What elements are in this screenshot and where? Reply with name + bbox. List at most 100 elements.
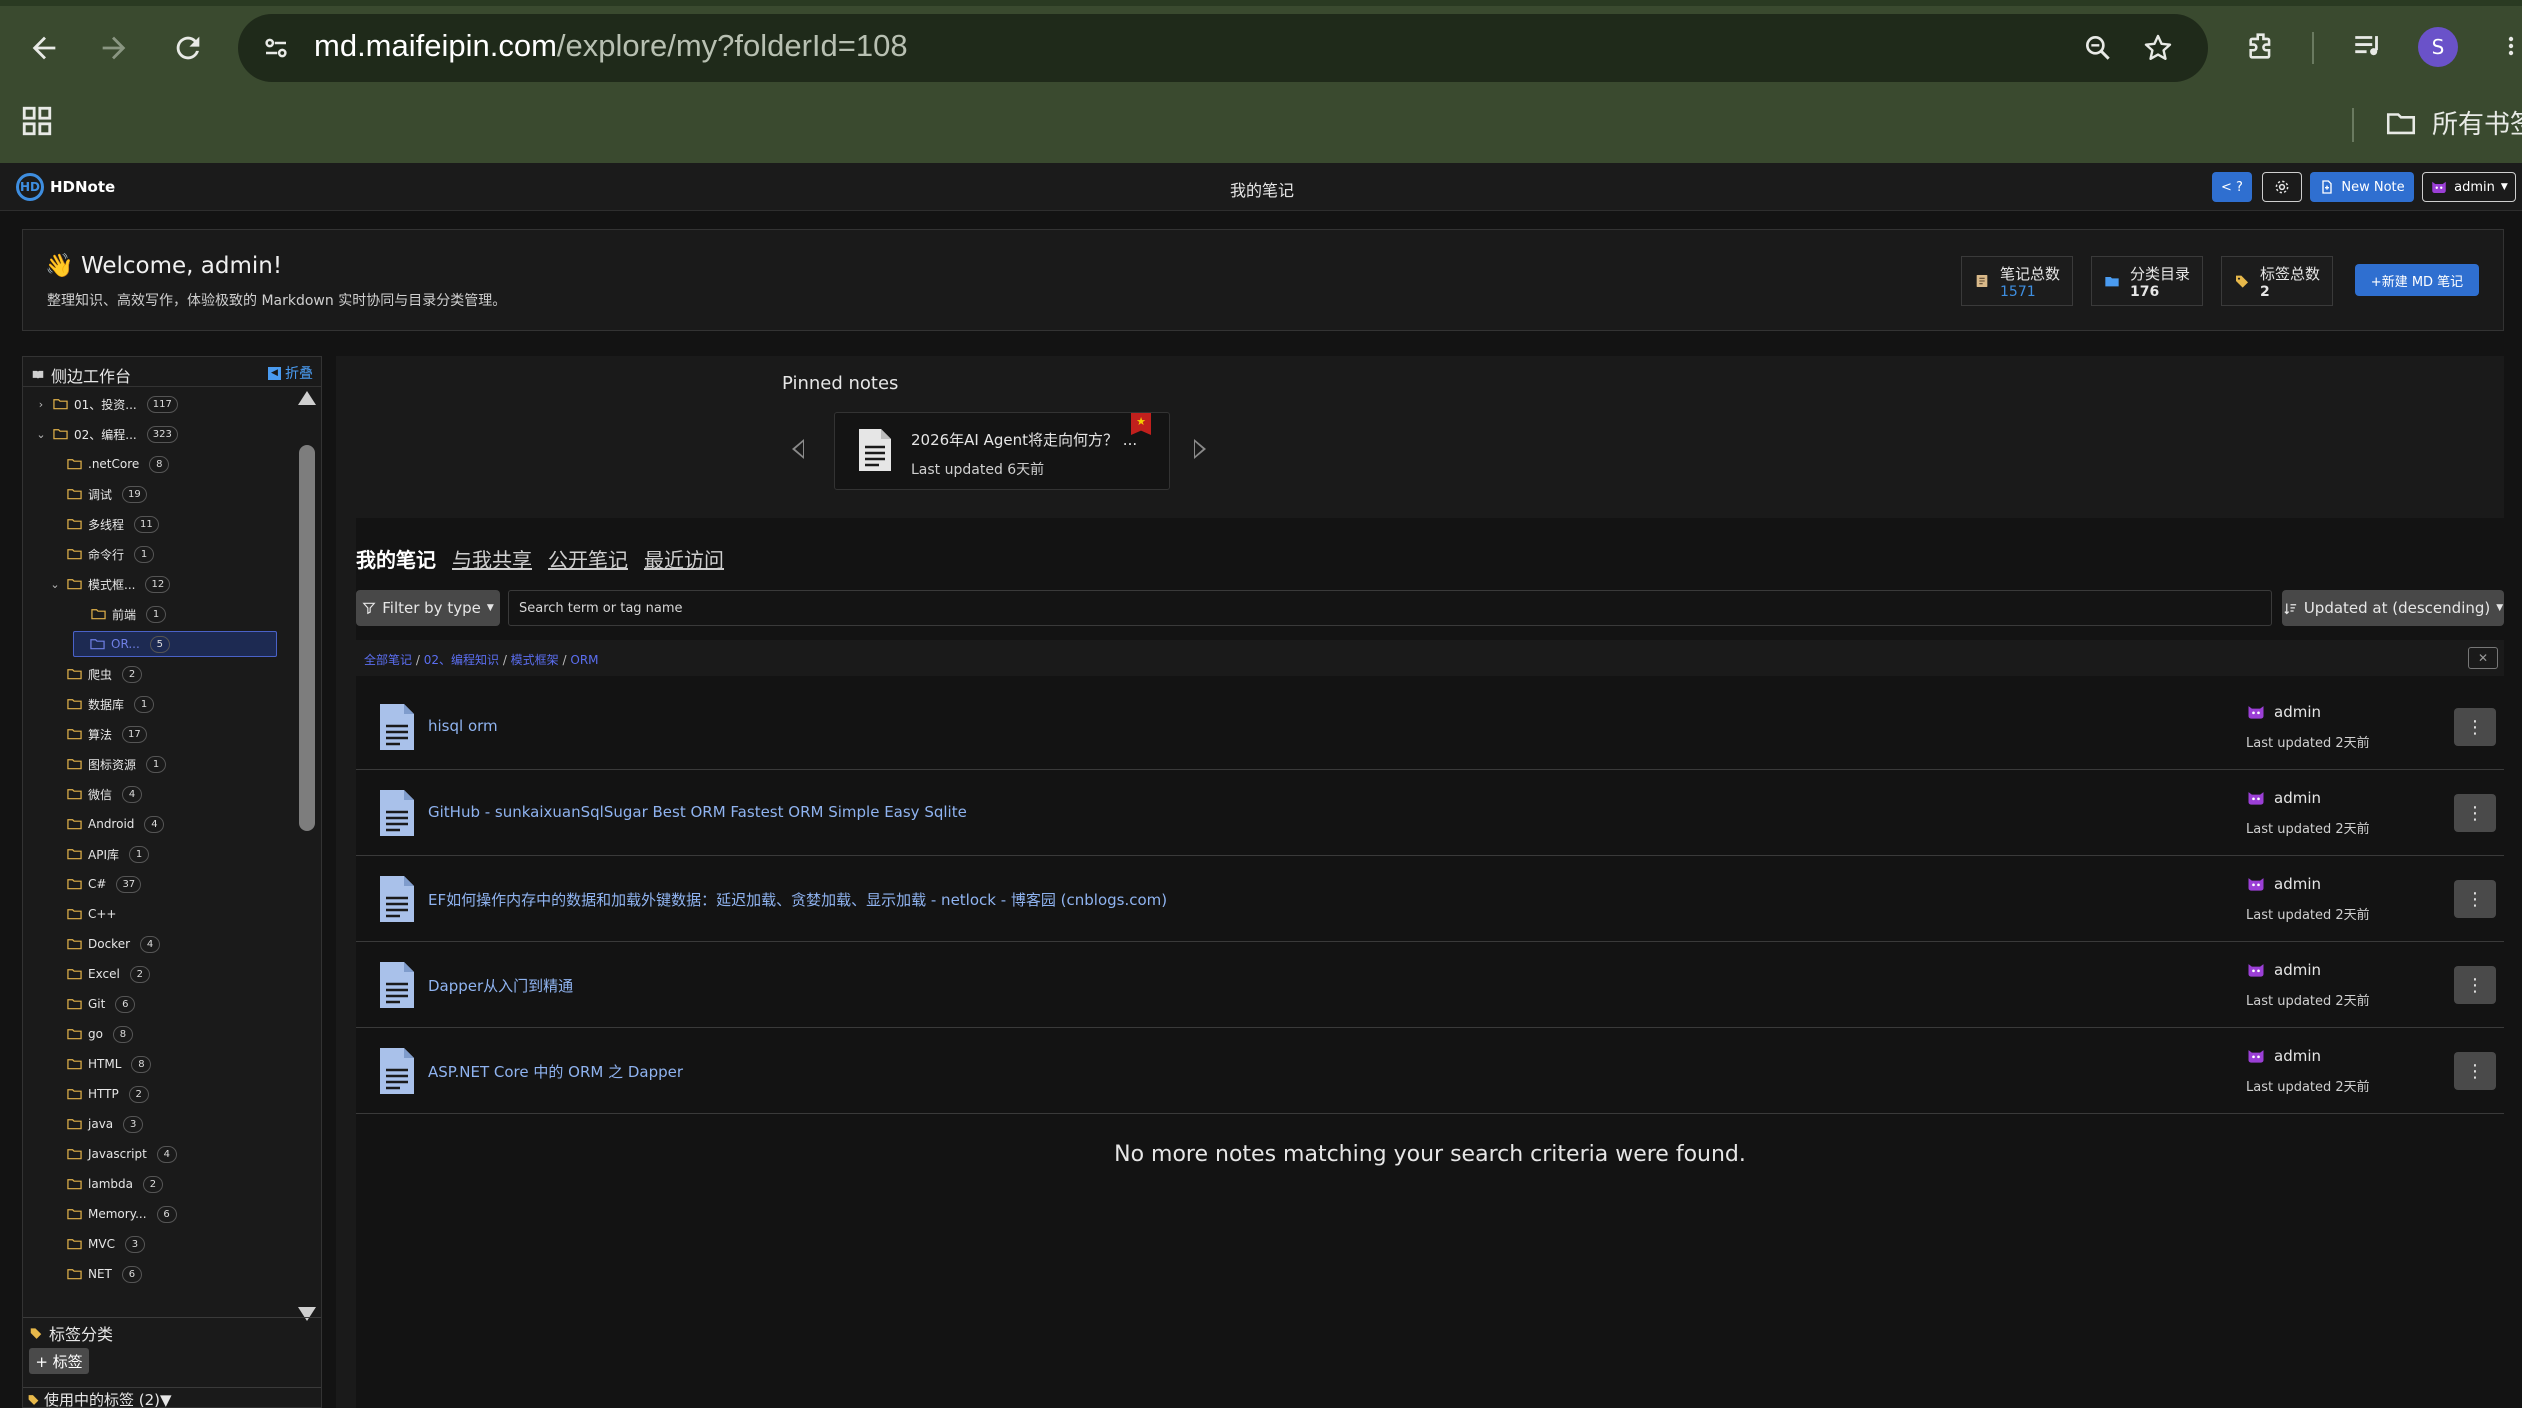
new-note-button[interactable]: New Note	[2310, 172, 2414, 202]
tab-recent[interactable]: 最近访问	[644, 544, 724, 573]
sidebar-folder-label: HTTP	[88, 1087, 119, 1101]
sidebar-folder-item[interactable]: go 8	[67, 1021, 133, 1047]
sidebar-folder-item[interactable]: 图标资源 1	[67, 751, 167, 777]
sidebar-folder-item[interactable]: lambda 2	[67, 1171, 163, 1197]
note-row[interactable]: ASP.NET Core 中的 ORM 之 Dapper admin Last up…	[356, 1028, 2504, 1114]
reload-button[interactable]	[162, 22, 214, 74]
pinned-note-card[interactable]: 2026年AI Agent将走向何方？ ... Last updated 6天前…	[834, 412, 1170, 490]
sidebar-folder-item[interactable]: HTML 8	[67, 1051, 152, 1077]
star-icon[interactable]	[2138, 28, 2178, 68]
sidebar-folder-item[interactable]: NET 6	[67, 1261, 142, 1287]
settings-button[interactable]	[2262, 172, 2302, 202]
user-menu[interactable]: admin ▼	[2422, 172, 2516, 202]
extensions-icon[interactable]	[2238, 22, 2286, 70]
note-title-link[interactable]: ASP.NET Core 中的 ORM 之 Dapper	[428, 1061, 683, 1082]
code-help-button[interactable]: < ?	[2212, 172, 2252, 202]
sidebar-folder-item[interactable]: 数据库 1	[67, 691, 155, 717]
zoom-icon[interactable]	[2078, 28, 2118, 68]
app-logo[interactable]: HD HDNote	[16, 173, 115, 201]
note-more-button[interactable]: ⋮	[2454, 708, 2496, 746]
chevron-down-icon[interactable]: ⌄	[35, 428, 47, 441]
search-input[interactable]	[508, 590, 2272, 626]
folder-count-badge: 6	[156, 1205, 177, 1223]
url-text[interactable]: md.maifeipin.com/explore/my?folderId=108	[314, 28, 908, 64]
sidebar-folder-item[interactable]: Android 4	[67, 811, 165, 837]
note-row[interactable]: hisql orm admin Last updated 2天前 ⋮	[356, 684, 2504, 770]
chevron-right-icon[interactable]: ›	[35, 398, 47, 411]
note-author[interactable]: admin	[2246, 788, 2321, 808]
sidebar-folder-item[interactable]: › 01、投资... 117	[35, 391, 178, 417]
tab-my-notes[interactable]: 我的笔记	[356, 544, 436, 573]
sidebar-folder-item[interactable]: C# 37	[67, 871, 142, 897]
note-author[interactable]: admin	[2246, 960, 2321, 980]
note-author[interactable]: admin	[2246, 702, 2321, 722]
filter-by-type-button[interactable]: Filter by type ▼	[356, 590, 500, 626]
more-icon: ⋮	[2466, 802, 2484, 824]
new-md-note-button[interactable]: +新建 MD 笔记	[2355, 264, 2479, 296]
pinned-prev-icon[interactable]	[792, 439, 804, 459]
sidebar-folder-item[interactable]: Git 6	[67, 991, 136, 1017]
chevron-down-icon[interactable]: ⌄	[49, 578, 61, 591]
menu-icon[interactable]	[2496, 22, 2522, 70]
sidebar-folder-item[interactable]: HTTP 2	[67, 1081, 149, 1107]
note-author[interactable]: admin	[2246, 1046, 2321, 1066]
sidebar-folder-item[interactable]: API库 1	[67, 841, 149, 867]
back-button[interactable]	[18, 22, 70, 74]
sidebar-folder-item[interactable]: 爬虫 2	[67, 661, 143, 687]
sidebar-folder-item[interactable]: C++	[67, 901, 117, 927]
address-bar[interactable]: md.maifeipin.com/explore/my?folderId=108	[238, 14, 2208, 82]
note-more-button[interactable]: ⋮	[2454, 966, 2496, 1004]
collapse-sidebar-button[interactable]: ◀ 折叠	[268, 363, 313, 383]
sidebar-folder-item[interactable]: Memory... 6	[67, 1201, 177, 1227]
sidebar-folder-item[interactable]: ⌄ 02、编程... 323	[35, 421, 178, 447]
sidebar-folder-item[interactable]: OR... 5	[73, 631, 277, 657]
sidebar-folder-item[interactable]: .netCore 8	[67, 451, 170, 477]
breadcrumb-folder[interactable]: 02、编程知识	[424, 653, 499, 667]
tags-in-use-toggle[interactable]: 使用中的标签 (2)▼	[27, 1389, 172, 1408]
sort-button[interactable]: Updated at (descending) ▼	[2282, 590, 2504, 626]
sidebar-folder-item[interactable]: 命令行 1	[67, 541, 155, 567]
sidebar-folder-item[interactable]: Javascript 4	[67, 1141, 177, 1167]
sidebar-folder-item[interactable]: 微信 4	[67, 781, 143, 807]
note-more-button[interactable]: ⋮	[2454, 1052, 2496, 1090]
sidebar-folder-item[interactable]: ⌄ 模式框... 12	[49, 571, 171, 597]
note-title-link[interactable]: GitHub - sunkaixuanSqlSugar Best ORM Fas…	[428, 803, 967, 821]
breadcrumb-current[interactable]: ORM	[570, 653, 598, 667]
all-bookmarks-button[interactable]: 所有书签	[2384, 104, 2522, 141]
sidebar-folder-item[interactable]: Excel 2	[67, 961, 150, 987]
sidebar-folder-item[interactable]: MVC 3	[67, 1231, 145, 1257]
sidebar-folder-item[interactable]: java 3	[67, 1111, 144, 1137]
breadcrumb-subfolder[interactable]: 模式框架	[511, 653, 559, 667]
scroll-thumb[interactable]	[299, 445, 315, 831]
note-author[interactable]: admin	[2246, 874, 2321, 894]
scroll-down-icon[interactable]	[298, 1307, 316, 1321]
scroll-up-icon[interactable]	[298, 391, 316, 405]
sidebar-folder-label: lambda	[88, 1177, 133, 1191]
sidebar-folder-item[interactable]: 多线程 11	[67, 511, 159, 537]
note-title-link[interactable]: Dapper从入门到精通	[428, 975, 573, 996]
note-row[interactable]: EF如何操作内存中的数据和加载外键数据：延迟加载、贪婪加载、显示加载 - net…	[356, 856, 2504, 942]
add-tag-button[interactable]: + 标签	[29, 1348, 89, 1374]
sidebar-folder-item[interactable]: 算法 17	[67, 721, 147, 747]
sidebar-folder-item[interactable]: 调试 19	[67, 481, 147, 507]
note-title-link[interactable]: hisql orm	[428, 717, 498, 735]
sidebar-folder-item[interactable]: Docker 4	[67, 931, 161, 957]
note-more-button[interactable]: ⋮	[2454, 794, 2496, 832]
note-row[interactable]: GitHub - sunkaixuanSqlSugar Best ORM Fas…	[356, 770, 2504, 856]
folder-icon	[67, 969, 82, 980]
profile-avatar[interactable]: S	[2418, 27, 2458, 67]
media-icon[interactable]	[2344, 22, 2392, 70]
forward-button[interactable]	[88, 22, 140, 74]
tab-public-notes[interactable]: 公开笔记	[548, 544, 628, 573]
tune-icon[interactable]	[256, 28, 296, 68]
apps-icon[interactable]	[20, 104, 60, 144]
pinned-next-icon[interactable]	[1194, 439, 1206, 459]
sidebar-scrollbar[interactable]	[295, 391, 319, 1341]
tab-shared-with-me[interactable]: 与我共享	[452, 544, 532, 573]
breadcrumb-all[interactable]: 全部笔记	[364, 653, 412, 667]
note-row[interactable]: Dapper从入门到精通 admin Last updated 2天前 ⋮	[356, 942, 2504, 1028]
sidebar-folder-item[interactable]: 前端 1	[91, 601, 167, 627]
clear-folder-button[interactable]: ✕	[2468, 647, 2498, 669]
note-more-button[interactable]: ⋮	[2454, 880, 2496, 918]
note-title-link[interactable]: EF如何操作内存中的数据和加载外键数据：延迟加载、贪婪加载、显示加载 - net…	[428, 889, 1167, 910]
